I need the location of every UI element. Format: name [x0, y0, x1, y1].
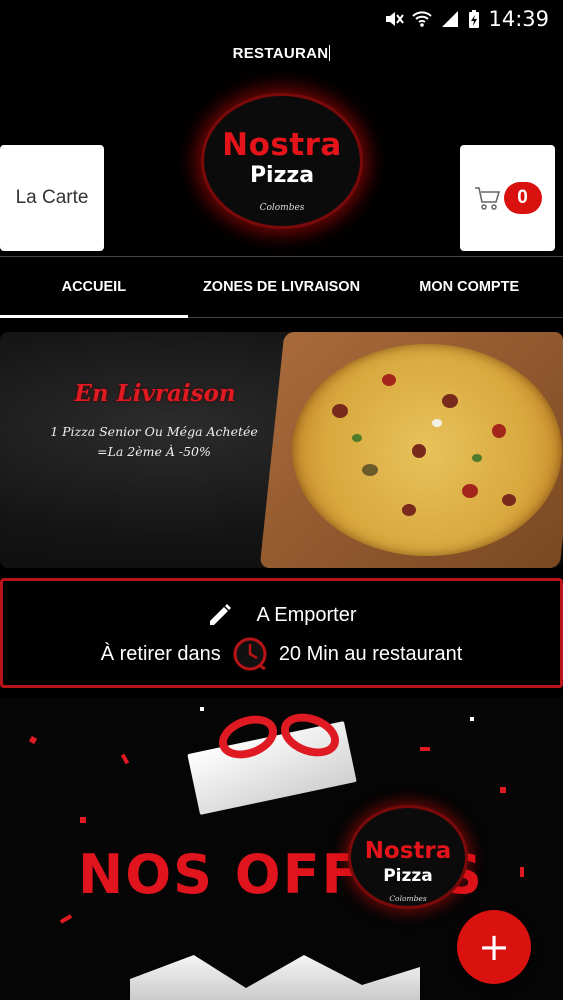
offers-logo-nostra: Nostra: [364, 838, 452, 864]
cart-count-badge: 0: [503, 182, 542, 214]
mute-icon: [386, 12, 405, 26]
signal-icon: [442, 11, 459, 27]
status-icons: 14:39: [384, 6, 549, 32]
takeaway-prefix: À retirer dans: [100, 642, 221, 665]
tab-zones-de-livraison[interactable]: ZONES DE LIVRAISON: [188, 257, 376, 317]
offers-logo-pizza: Pizza: [383, 866, 433, 886]
la-carte-button[interactable]: La Carte: [0, 145, 104, 251]
tab-accueil[interactable]: ACCUEIL: [0, 257, 188, 318]
takeaway-title-row: A Emporter: [3, 601, 560, 629]
pizza-image: [292, 344, 562, 556]
add-button[interactable]: +: [457, 910, 531, 984]
status-bar: 14:39: [0, 0, 563, 38]
promo-title: En Livraison: [74, 380, 236, 407]
takeaway-title: A Emporter: [256, 603, 357, 626]
cart-icon: [474, 187, 500, 210]
clock-icon: [233, 637, 267, 671]
tab-mon-compte[interactable]: MON COMPTE: [375, 257, 563, 317]
tab-label: ZONES DE LIVRAISON: [202, 279, 361, 295]
restaurant-title: RESTAURAN: [0, 45, 563, 62]
offers-logo: Nostra Pizza Colombes: [348, 805, 468, 909]
tab-label: ACCUEIL: [61, 279, 127, 295]
restaurant-title-text: RESTAURAN: [232, 45, 329, 62]
takeaway-suffix: 20 Min au restaurant: [278, 642, 463, 665]
status-time: 14:39: [488, 7, 549, 31]
cart-button[interactable]: 0: [460, 145, 555, 251]
tab-label: MON COMPTE: [419, 279, 520, 295]
pencil-icon: [210, 604, 232, 625]
takeaway-time-row: À retirer dans 20 Min au restaurant: [3, 635, 560, 673]
battery-charging-icon: [469, 10, 480, 28]
takeaway-card[interactable]: A Emporter À retirer dans 20 Min au rest…: [0, 578, 563, 688]
gift-box-bottom-image: [130, 955, 420, 1000]
wifi-icon: [412, 11, 433, 27]
promo-line-1: 1 Pizza Senior Ou Méga Achetée: [50, 424, 258, 439]
promo-banner[interactable]: En Livraison 1 Pizza Senior Ou Méga Ache…: [0, 332, 563, 568]
la-carte-label: La Carte: [15, 187, 89, 208]
logo-text-nostra: Nostra: [222, 127, 342, 163]
nostra-pizza-logo: Nostra Pizza Colombes: [201, 93, 363, 229]
plus-icon: +: [478, 925, 510, 969]
promo-line-2: =La 2ème À -50%: [97, 444, 211, 459]
logo-text-pizza: Pizza: [249, 163, 315, 188]
tab-bar: ACCUEIL ZONES DE LIVRAISON MON COMPTE: [0, 256, 563, 318]
text-caret: [329, 45, 331, 61]
logo-text-city: Colombes: [259, 203, 305, 213]
offers-logo-city: Colombes: [389, 894, 427, 903]
